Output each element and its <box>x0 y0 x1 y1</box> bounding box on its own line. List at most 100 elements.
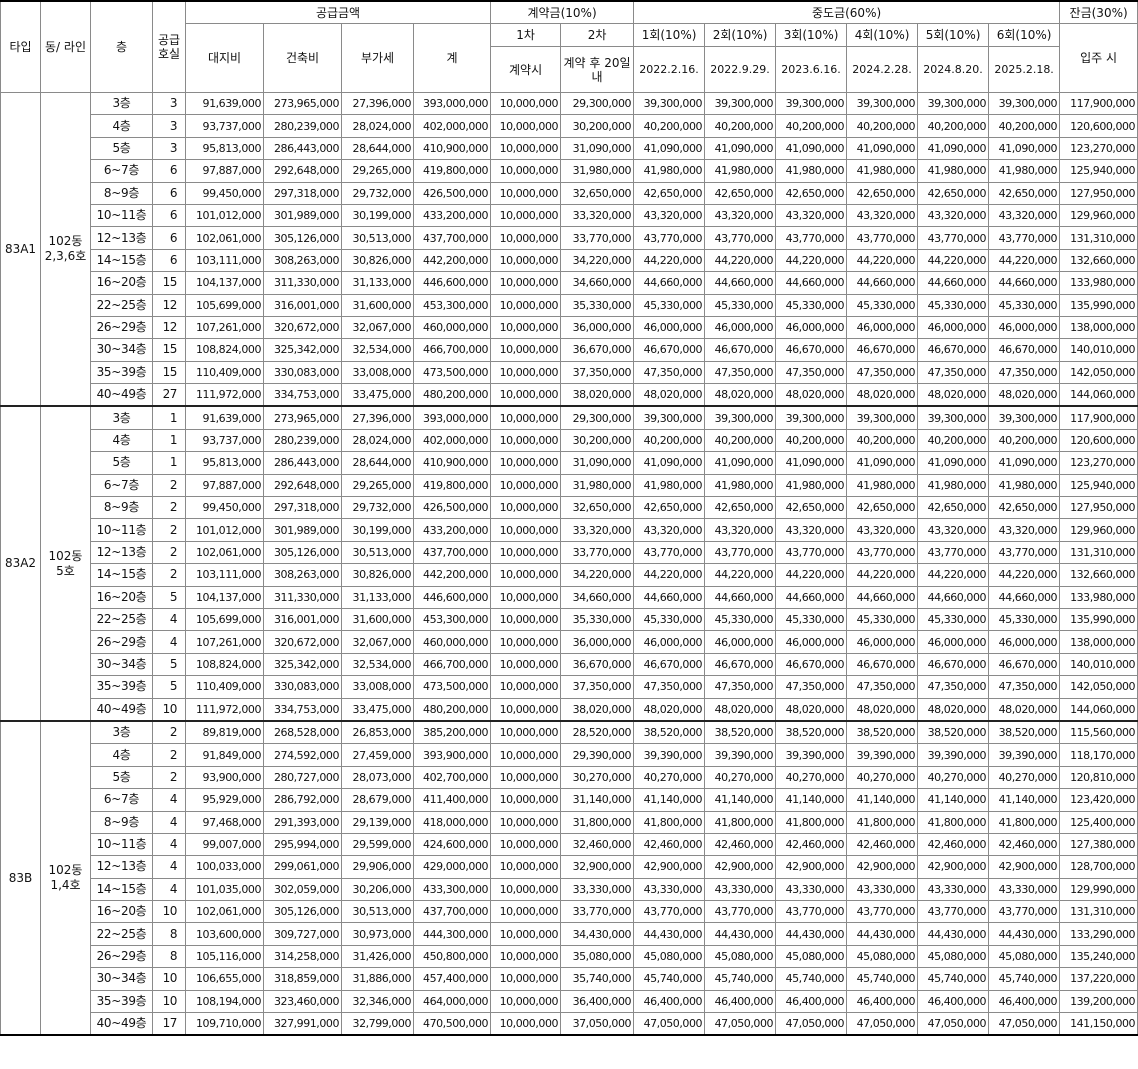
table-row: 83A2 102동 5호 3층 1 91,639,000 273,965,000 27,396… <box>0 405 1138 722</box>
middle-4-cell: 47,350,000 <box>846 360 919 385</box>
deposit-1-cell: 10,000,000 <box>490 675 562 699</box>
middle-1-cell: 42,460,000 <box>633 832 706 857</box>
middle-3-cell: 43,320,000 <box>775 203 848 228</box>
vat-cell: 29,265,000 <box>341 159 414 183</box>
deposit-1-cell: 10,000,000 <box>490 428 562 453</box>
middle-2-cell: 43,320,000 <box>704 203 777 228</box>
deposit-1-cell: 10,000,000 <box>490 518 562 542</box>
middle-2-cell: 41,090,000 <box>704 136 777 161</box>
table-row: 5층 2 93,900,000 280,727,000 28,073,000 402,70… <box>1 765 1138 790</box>
land-cost-cell: 95,813,000 <box>185 451 264 475</box>
table-row: 40~49층 10 111,972,000 334,753,000 33,475,000… <box>1 697 1138 722</box>
land-cost-cell: 111,972,000 <box>185 383 264 407</box>
middle-4-cell: 45,080,000 <box>846 944 919 969</box>
deposit-2-cell: 36,000,000 <box>560 630 635 654</box>
middle-1-cell: 45,330,000 <box>633 607 706 632</box>
total-cell: 393,000,000 <box>412 91 492 116</box>
middle-3-cell: 43,330,000 <box>775 877 848 902</box>
middle-5-cell: 42,650,000 <box>917 496 990 520</box>
table-row: 30~34층 5 108,824,000 325,342,000 32,534,000 4… <box>1 652 1138 677</box>
total-cell: 442,200,000 <box>412 563 492 587</box>
balance-cell: 131,310,000 <box>1059 540 1138 565</box>
vat-cell: 26,853,000 <box>341 719 414 745</box>
middle-1-cell: 40,200,000 <box>633 114 706 138</box>
middle-6-cell: 41,140,000 <box>988 788 1061 812</box>
supply-units-cell: 4 <box>152 810 186 834</box>
vat-cell: 31,133,000 <box>341 585 414 609</box>
header-middle-round-3: 3회(10%) <box>775 23 848 47</box>
land-cost-cell: 91,849,000 <box>185 743 264 767</box>
balance-cell: 127,380,000 <box>1059 832 1138 857</box>
middle-2-cell: 44,430,000 <box>704 922 777 946</box>
middle-3-cell: 44,220,000 <box>775 248 848 273</box>
floor-cell: 40~49층 <box>90 1012 153 1036</box>
table-row: 30~34층 10 106,655,000 318,859,000 31,886,000… <box>1 967 1138 991</box>
middle-4-cell: 39,300,000 <box>846 91 919 116</box>
deposit-2-cell: 34,660,000 <box>560 271 635 295</box>
building-cost-cell: 330,083,000 <box>263 360 342 385</box>
total-cell: 411,400,000 <box>412 788 492 812</box>
land-cost-cell: 93,737,000 <box>185 428 264 453</box>
deposit-1-cell: 10,000,000 <box>490 989 562 1014</box>
land-cost-cell: 97,468,000 <box>185 810 264 834</box>
deposit-2-cell: 31,140,000 <box>560 788 635 812</box>
land-cost-cell: 102,061,000 <box>185 900 264 924</box>
middle-5-cell: 40,270,000 <box>917 765 990 790</box>
dong-line-cell: 102동 2,3,6호 <box>40 92 91 407</box>
deposit-2-cell: 32,650,000 <box>560 496 635 520</box>
middle-3-cell: 42,650,000 <box>775 181 848 205</box>
supply-units-cell: 15 <box>152 360 186 385</box>
middle-5-cell: 47,050,000 <box>917 1012 990 1036</box>
middle-4-cell: 44,220,000 <box>846 248 919 273</box>
middle-6-cell: 43,770,000 <box>988 540 1061 565</box>
table-row: 12~13층 4 100,033,000 299,061,000 29,906,000 4… <box>1 855 1138 879</box>
supply-units-cell: 6 <box>152 248 186 273</box>
middle-1-cell: 39,300,000 <box>633 405 706 430</box>
total-cell: 419,800,000 <box>412 473 492 498</box>
middle-6-cell: 44,220,000 <box>988 563 1061 587</box>
supply-units-cell: 3 <box>152 136 186 161</box>
middle-6-cell: 40,270,000 <box>988 765 1061 790</box>
middle-3-cell: 39,390,000 <box>775 743 848 767</box>
header-vat: 부가세 <box>341 23 414 93</box>
vat-cell: 30,513,000 <box>341 900 414 924</box>
middle-5-cell: 41,980,000 <box>917 159 990 183</box>
balance-cell: 125,400,000 <box>1059 810 1138 834</box>
balance-cell: 120,810,000 <box>1059 765 1138 790</box>
land-cost-cell: 107,261,000 <box>185 315 264 340</box>
line-label: 5호 <box>56 563 75 578</box>
vat-cell: 30,826,000 <box>341 248 414 273</box>
vat-cell: 30,199,000 <box>341 203 414 228</box>
middle-1-cell: 44,220,000 <box>633 248 706 273</box>
deposit-1-cell: 10,000,000 <box>490 181 562 205</box>
floor-cell: 3층 <box>90 405 153 430</box>
middle-4-cell: 41,800,000 <box>846 810 919 834</box>
deposit-1-cell: 10,000,000 <box>490 743 562 767</box>
balance-cell: 117,900,000 <box>1059 405 1138 430</box>
land-cost-cell: 101,012,000 <box>185 203 264 228</box>
floor-cell: 14~15층 <box>90 248 153 273</box>
supply-units-cell: 6 <box>152 226 186 250</box>
deposit-2-cell: 36,670,000 <box>560 338 635 362</box>
middle-6-cell: 47,350,000 <box>988 675 1061 699</box>
middle-4-cell: 41,980,000 <box>846 159 919 183</box>
middle-4-cell: 42,650,000 <box>846 496 919 520</box>
deposit-2-cell: 36,400,000 <box>560 989 635 1014</box>
dong-label: 102동 <box>48 863 83 878</box>
middle-2-cell: 39,390,000 <box>704 743 777 767</box>
supply-units-cell: 5 <box>152 585 186 609</box>
balance-cell: 125,940,000 <box>1059 473 1138 498</box>
floor-cell: 10~11층 <box>90 518 153 542</box>
deposit-2-cell: 30,200,000 <box>560 114 635 138</box>
middle-2-cell: 47,350,000 <box>704 360 777 385</box>
supply-units-cell: 27 <box>152 383 186 407</box>
middle-6-cell: 44,660,000 <box>988 271 1061 295</box>
deposit-1-cell: 10,000,000 <box>490 900 562 924</box>
middle-2-cell: 41,980,000 <box>704 159 777 183</box>
middle-1-cell: 41,980,000 <box>633 473 706 498</box>
total-cell: 444,300,000 <box>412 922 492 946</box>
deposit-1-cell: 10,000,000 <box>490 248 562 273</box>
middle-2-cell: 46,400,000 <box>704 989 777 1014</box>
header-deposit-2-when: 계약 후 20일내 <box>560 46 635 93</box>
balance-cell: 117,900,000 <box>1059 91 1138 116</box>
